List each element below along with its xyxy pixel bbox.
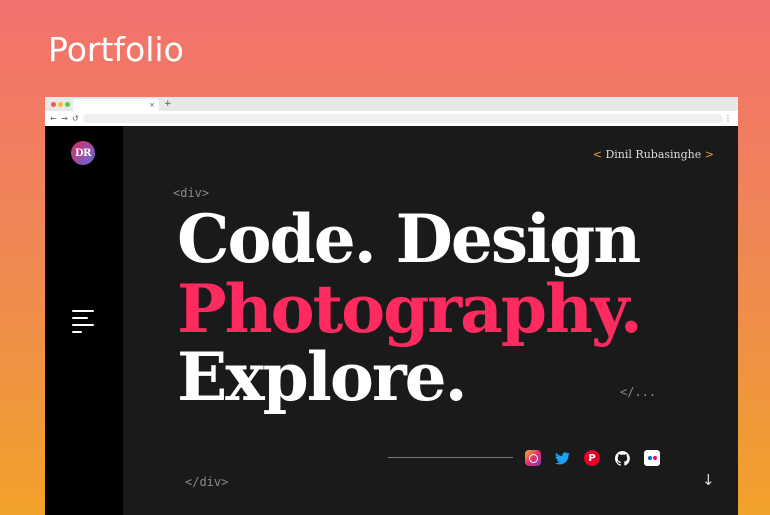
browser-menu-icon[interactable]: ⋮: [724, 112, 732, 125]
page-content: DR < Dinil Rubasinghe > <div> Code. Desi…: [45, 126, 738, 515]
forward-icon[interactable]: →: [61, 112, 68, 125]
closing-ellipsis-tag: </...: [620, 385, 657, 399]
author-name[interactable]: < Dinil Rubasinghe >: [593, 148, 714, 161]
minimize-window-dot[interactable]: [58, 102, 63, 107]
headline-line-2: Photography.: [177, 270, 643, 348]
div-close-tag: </div>: [185, 475, 229, 489]
author-name-text: Dinil Rubasinghe: [605, 148, 702, 161]
headline-line-3: Explore.: [177, 338, 468, 416]
address-bar: ← → ↺ ⋮: [45, 111, 738, 127]
author-close-bracket: >: [704, 148, 714, 161]
headline-line-1: Code. Design: [177, 200, 641, 278]
social-divider: [388, 457, 513, 458]
sidebar: DR: [45, 126, 123, 515]
scroll-down-arrow-icon[interactable]: ↓: [702, 471, 715, 489]
page-title: Portfolio: [48, 30, 184, 69]
back-icon[interactable]: ←: [50, 112, 57, 125]
hamburger-menu-icon[interactable]: [72, 310, 96, 334]
pinterest-icon[interactable]: P: [584, 450, 600, 466]
div-open-tag: <div>: [173, 186, 210, 200]
flickr-icon[interactable]: [644, 450, 660, 466]
reload-icon[interactable]: ↺: [72, 112, 79, 125]
url-input[interactable]: [83, 114, 723, 123]
logo-avatar[interactable]: DR: [71, 141, 95, 165]
instagram-icon[interactable]: [525, 450, 541, 466]
new-tab-button[interactable]: +: [164, 98, 172, 110]
maximize-window-dot[interactable]: [65, 102, 70, 107]
tab-close-icon[interactable]: ×: [149, 99, 155, 111]
browser-tab[interactable]: ×: [73, 99, 159, 111]
close-window-dot[interactable]: [51, 102, 56, 107]
tab-bar: × +: [45, 97, 738, 111]
twitter-icon[interactable]: [554, 450, 570, 466]
author-open-bracket: <: [592, 148, 602, 161]
browser-window: × + ← → ↺ ⋮ DR < Dinil Rubasinghe > <div…: [45, 97, 738, 515]
github-icon[interactable]: [614, 450, 630, 466]
